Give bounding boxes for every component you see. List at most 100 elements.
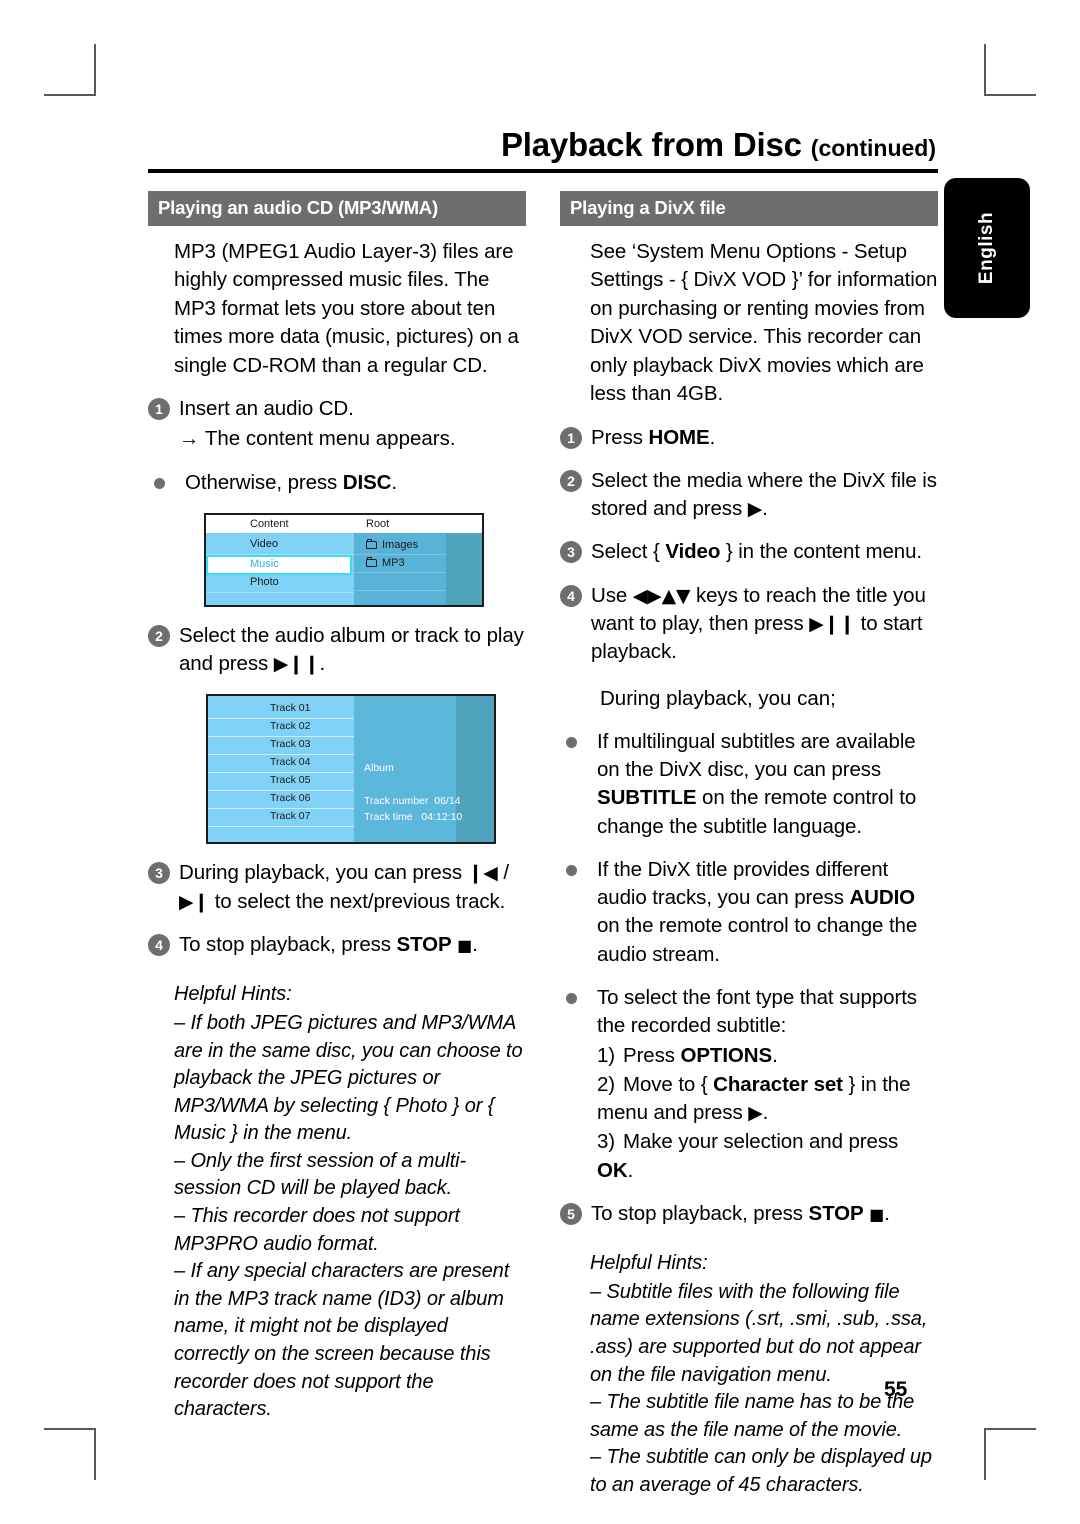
page-title-main: Playback from Disc — [500, 126, 802, 163]
step-text-before: Press — [591, 425, 649, 449]
step-separator: / — [497, 861, 509, 885]
track-list-item[interactable]: Track 06 — [208, 791, 354, 810]
track-list-pane: Track 01 Track 02 Track 03 Track 04 Trac… — [208, 696, 354, 843]
key-stop: STOP — [396, 933, 452, 957]
content-menu-preview-pane — [446, 532, 482, 605]
crop-mark-bottom-left-horizontal — [44, 1428, 96, 1430]
track-list-item[interactable]: Track 03 — [208, 737, 354, 756]
page-title-suffix: (continued) — [810, 135, 936, 161]
step-number: 4 — [560, 584, 582, 607]
helpful-hint-item: – This recorder does not support MP3PRO … — [174, 1205, 460, 1255]
step-insert-audio-cd: 1 Insert an audio CD. — [148, 395, 526, 423]
content-menu-col2-header: Root — [366, 517, 390, 530]
step-text: Insert an audio CD. — [179, 397, 354, 421]
helpful-hint-item: – If both JPEG pictures and MP3/WMA are … — [174, 1011, 523, 1145]
language-tab-label: English — [976, 211, 997, 285]
track-list-item[interactable]: Track 02 — [208, 719, 354, 738]
substep-press-options: 1) Press OPTIONS. — [597, 1042, 938, 1070]
left-column: Playing an audio CD (MP3/WMA) MP3 (MPEG1… — [148, 190, 526, 1500]
substep-label: 2) — [597, 1072, 616, 1096]
step-number: 3 — [560, 541, 582, 564]
folder-label: Images — [382, 538, 419, 551]
two-column-layout: Playing an audio CD (MP3/WMA) MP3 (MPEG1… — [148, 190, 938, 1500]
step-stop-playback: 4 To stop playback, press STOP ■. — [148, 931, 526, 959]
page-title: Playback from Disc (continued) — [148, 126, 938, 163]
track-time-label: Track time — [364, 811, 413, 824]
content-menu-screenshot: Content Root Video Music Photo Images MP… — [204, 512, 484, 607]
crop-mark-top-left-horizontal — [44, 94, 96, 96]
play-pause-icon: ▶❙❙ — [273, 653, 320, 676]
step-text-after: } in the content menu. — [720, 540, 922, 564]
section-header-divx: Playing a DivX file — [560, 190, 938, 226]
helpful-hint-item: – Only the first session of a multi-sess… — [174, 1149, 467, 1200]
key-home: HOME — [648, 425, 710, 449]
content-menu-left-pane: Video Music Photo — [206, 532, 354, 605]
step-number: 4 — [148, 934, 170, 957]
bullet-text-suffix: . — [391, 470, 397, 494]
divx-intro-paragraph: See ‘System Menu Options - Setup Setting… — [590, 239, 938, 406]
step-number: 3 — [148, 862, 170, 885]
crop-mark-top-right-vertical — [984, 44, 986, 96]
stop-square-icon: ■ — [457, 936, 473, 956]
play-pause-icon: ▶❙❙ — [809, 612, 855, 635]
track-list-item[interactable]: Track 01 — [208, 701, 354, 720]
bullet-audio-key: If the DivX title provides different aud… — [560, 856, 938, 969]
menu-option-video: Video — [665, 540, 721, 564]
substep-text-before: Make your selection and press — [623, 1130, 899, 1154]
step-next-previous-track: 3 During playback, you can press ❙◀ / ▶❙… — [148, 859, 526, 916]
bullet-text-after: on the remote control to change the audi… — [597, 914, 918, 966]
crop-mark-bottom-right-horizontal — [984, 1428, 1036, 1430]
step-text: During playback, you can press ❙◀ / ▶❙ t… — [179, 859, 526, 916]
bullet-dot-icon — [154, 477, 165, 489]
step-stop-playback-divx: 5 To stop playback, press STOP ■. — [560, 1200, 938, 1228]
bullet-otherwise-press-disc: Otherwise, press DISC. — [148, 469, 526, 497]
stop-square-icon: ■ — [869, 1205, 885, 1225]
step-text-after: . — [319, 652, 326, 676]
step-text-before: To stop playback, press — [591, 1202, 809, 1226]
previous-track-icon: ❙◀ — [467, 862, 498, 885]
bullet-dot-icon — [566, 993, 577, 1005]
helpful-hint-item: – If any special characters are present … — [174, 1260, 510, 1421]
track-info-pane: Album Track number 06/14 Track time 04:1… — [354, 696, 462, 843]
bullet-text: To select the font type that supports th… — [597, 984, 938, 1185]
track-list-item[interactable]: Track 05 — [208, 773, 354, 792]
step-text: Select the media where the DivX file is … — [591, 467, 938, 524]
step-text-after: to select the next/previous track. — [209, 889, 506, 913]
content-menu-body: Video Music Photo Images MP3 — [206, 532, 482, 605]
step-text-before: To stop playback, press — [179, 933, 397, 957]
title-divider — [148, 168, 938, 173]
helpful-hint-item: – Subtitle files with the following file… — [590, 1280, 928, 1386]
bullet-subtitle-key: If multilingual subtitles are available … — [560, 728, 938, 841]
step-number: 1 — [148, 398, 170, 421]
step-navigate-title: 4 Use ◀▶▲▼ keys to reach the title you w… — [560, 582, 938, 667]
page-number: 55 — [884, 1378, 908, 1401]
bullet-text: If multilingual subtitles are available … — [597, 728, 938, 841]
step-text: Press HOME. — [591, 424, 938, 452]
track-list-item[interactable]: Track 07 — [208, 809, 354, 828]
bullet-text-intro: To select the font type that supports th… — [597, 986, 917, 1038]
content-menu-folder-images[interactable]: Images — [354, 537, 446, 555]
during-playback-label: During playback, you can; — [600, 686, 836, 710]
bullet-font-type: To select the font type that supports th… — [560, 984, 938, 1185]
content-menu-item-photo[interactable]: Photo — [206, 575, 354, 593]
track-time-value: 04:12:10 — [421, 811, 463, 824]
folder-icon — [366, 557, 377, 568]
step-number: 2 — [560, 469, 582, 492]
step-text: Use ◀▶▲▼ keys to reach the title you wan… — [591, 582, 938, 667]
content-menu-col1-header: Content — [250, 517, 289, 530]
page-body: Playback from Disc (continued) Playing a… — [148, 126, 938, 1500]
content-menu-item-video[interactable]: Video — [206, 537, 354, 555]
key-subtitle: SUBTITLE — [597, 786, 697, 810]
track-list-item[interactable]: Track 04 — [208, 755, 354, 774]
substep-label: 3) — [597, 1130, 616, 1154]
step-text-after: . — [472, 933, 478, 957]
step-text: Select { Video } in the content menu. — [591, 538, 938, 566]
content-menu-folder-mp3[interactable]: MP3 — [354, 555, 446, 573]
step-text: Select the audio album or track to play … — [179, 622, 526, 679]
section-header-audio-cd: Playing an audio CD (MP3/WMA) — [148, 190, 526, 226]
step-select-album-or-track: 2 Select the audio album or track to pla… — [148, 622, 526, 679]
step-text: To stop playback, press STOP ■. — [591, 1200, 938, 1228]
step-text-after: . — [762, 497, 768, 521]
content-menu-item-music-selected[interactable]: Music — [206, 554, 352, 575]
key-ok: OK — [597, 1158, 628, 1182]
